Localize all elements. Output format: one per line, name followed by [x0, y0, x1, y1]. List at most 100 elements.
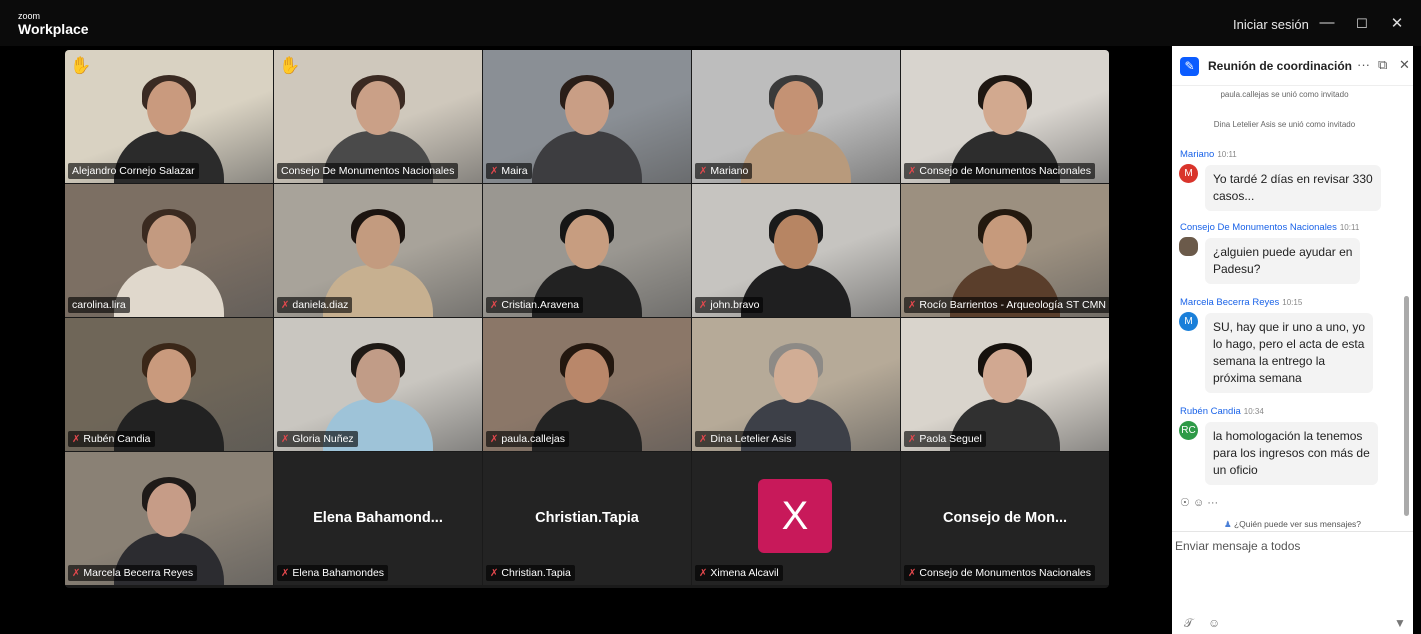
sign-in-link[interactable]: Iniciar sesión	[1233, 17, 1309, 32]
message-line: ¿alguien puede ayudar en	[1213, 245, 1353, 259]
participant-name-label: ✗ Consejo de Monumentos Nacionales	[904, 163, 1095, 179]
message-time: 10:11	[1339, 223, 1360, 232]
participant-tile[interactable]: ✗ Marcela Becerra Reyes	[65, 452, 273, 585]
sender-avatar[interactable]: M	[1179, 312, 1198, 331]
participant-tile[interactable]: ✗ paula.callejas	[483, 318, 691, 451]
message-line: Yo tardé 2 días en revisar 330	[1213, 172, 1373, 186]
participant-tile[interactable]: ✗ Maira	[483, 50, 691, 183]
participant-name: john.bravo	[710, 299, 760, 311]
who-can-see-link[interactable]: ♟ ¿Quién puede ver sus mensajes?	[1172, 508, 1413, 532]
message-time: 10:34	[1243, 407, 1264, 416]
participant-tile[interactable]: ✗ Paola Seguel	[901, 318, 1109, 451]
sender-avatar[interactable]: RC	[1179, 421, 1198, 440]
message-line: semana la entrego la	[1213, 354, 1326, 368]
participant-name: Paola Seguel	[919, 433, 982, 445]
close-icon[interactable]: ✕	[1386, 14, 1408, 32]
participant-name-label: ✗ Mariano	[695, 163, 753, 179]
sender-name: Rubén Candia	[1180, 406, 1241, 417]
muted-mic-icon: ✗	[490, 568, 499, 579]
brand-zoom: zoom	[18, 11, 41, 21]
muted-mic-icon: ✗	[281, 300, 290, 311]
participant-tile[interactable]: Elena Bahamond... ✗ Elena Bahamondes	[274, 452, 482, 585]
who-can-see-text: ¿Quién puede ver sus mensajes?	[1233, 519, 1362, 529]
muted-mic-icon: ✗	[490, 166, 499, 177]
brand-workplace: Workplace	[18, 21, 89, 37]
system-message: Dina Letelier Asis se unió como invitado	[1213, 120, 1356, 129]
participant-name-label: carolina.lira	[68, 297, 130, 313]
participant-tile[interactable]: Christian.Tapia ✗ Christian.Tapia	[483, 452, 691, 585]
participant-tile[interactable]: ✗ john.bravo	[692, 184, 900, 317]
participant-name-label: ✗ Maira	[486, 163, 532, 179]
message-line: SU, hay que ir uno a uno, yo	[1213, 320, 1366, 334]
emoji-icon[interactable]: ☺	[1208, 616, 1220, 630]
participant-name: Consejo de Monumentos Nacionales	[919, 165, 1091, 177]
participant-tile[interactable]: ✋ Alejandro Cornejo Salazar	[65, 50, 273, 183]
maximize-icon[interactable]: ☐	[1351, 16, 1373, 32]
format-icon[interactable]: 𝒯	[1184, 616, 1193, 631]
participant-name: daniela.diaz	[292, 299, 349, 311]
participant-name-label: ✗ daniela.diaz	[277, 297, 353, 313]
participant-name: carolina.lira	[72, 299, 126, 311]
popout-icon[interactable]: ⧉	[1378, 57, 1387, 73]
participant-tile[interactable]: ✋ Consejo De Monumentos Nacionales	[274, 50, 482, 183]
participant-video	[114, 209, 224, 317]
close-icon[interactable]: ✕	[1399, 57, 1410, 73]
participant-display-name: Christian.Tapia	[535, 510, 639, 526]
muted-mic-icon: ✗	[281, 434, 290, 445]
participant-name: Consejo De Monumentos Nacionales	[281, 165, 455, 177]
message-sender: Consejo De Monumentos Nacionales 10:11	[1180, 222, 1359, 233]
participant-tile[interactable]: ✗ Rubén Candia	[65, 318, 273, 451]
message-time: 10:11	[1217, 150, 1237, 159]
chat-scrollbar[interactable]	[1404, 296, 1409, 516]
participant-tile[interactable]: carolina.lira	[65, 184, 273, 317]
participant-tile[interactable]: ✗ Gloria Nuñez	[274, 318, 482, 451]
chat-input[interactable]	[1175, 539, 1395, 553]
people-icon: ♟	[1223, 519, 1232, 529]
participant-tile[interactable]: Consejo de Mon... ✗ Consejo de Monumentos …	[901, 452, 1109, 585]
participant-tile[interactable]: ✗ Rocío Barrientos - Arqueología ST CMN	[901, 184, 1109, 317]
message-bubble: Yo tardé 2 días en revisar 330 casos...	[1205, 165, 1381, 211]
participant-display-name: Elena Bahamond...	[313, 510, 443, 526]
message-sender: Marcela Becerra Reyes 10:15	[1180, 297, 1302, 308]
participant-name: Rocío Barrientos - Arqueología ST CMN	[919, 299, 1106, 311]
participant-tile[interactable]: X ✗ Ximena Alcavil	[692, 452, 900, 585]
participant-tile[interactable]: ✗ Mariano	[692, 50, 900, 183]
sender-avatar[interactable]: M	[1179, 164, 1198, 183]
participant-display-name: Consejo de Mon...	[942, 510, 1068, 526]
video-gallery: ✋ Alejandro Cornejo Salazar ✋ Consejo De Mo…	[65, 50, 1109, 588]
minimize-icon[interactable]: —	[1316, 14, 1338, 31]
participant-name-label: ✗ Cristian.Aravena	[486, 297, 584, 313]
participant-name-label: ✗ Gloria Nuñez	[277, 431, 358, 447]
more-icon[interactable]: ···	[1357, 57, 1370, 72]
participant-name: Marcela Becerra Reyes	[83, 567, 194, 579]
sender-avatar[interactable]	[1179, 237, 1198, 256]
participant-name: Gloria Nuñez	[292, 433, 354, 445]
participant-tile[interactable]: ✗ daniela.diaz	[274, 184, 482, 317]
message-line: próxima semana	[1213, 371, 1302, 385]
participant-tile[interactable]: ✗ Consejo de Monumentos Nacionales	[901, 50, 1109, 183]
participant-tile[interactable]: ✗ Cristian.Aravena	[483, 184, 691, 317]
message-bubble: la homologación la tenemos para los ingre…	[1205, 422, 1378, 485]
participant-name-label: ✗ Dina Letelier Asis	[695, 431, 796, 447]
raised-hand-icon: ✋	[70, 56, 92, 75]
window-edge	[1413, 46, 1421, 634]
muted-mic-icon: ✗	[699, 300, 708, 311]
participant-tile[interactable]: ✗ Dina Letelier Asis	[692, 318, 900, 451]
participant-name-label: Alejandro Cornejo Salazar	[68, 163, 199, 179]
participant-name-label: ✗ Christian.Tapia	[486, 565, 575, 581]
sender-name: Mariano	[1180, 149, 1215, 160]
message-line: para los ingresos con más de	[1213, 446, 1370, 460]
muted-mic-icon: ✗	[72, 434, 81, 445]
sender-name: Consejo De Monumentos Nacionales	[1180, 222, 1337, 233]
participant-name: Mariano	[710, 165, 749, 177]
system-message: paula.callejas se unió como invitado	[1220, 90, 1349, 99]
participant-name-label: ✗ Consejo de Monumentos Nacionales	[904, 565, 1095, 581]
participant-name-label: ✗ Ximena Alcavil	[695, 565, 783, 581]
sender-name: Marcela Becerra Reyes	[1180, 297, 1280, 308]
participant-name-label: ✗ Elena Bahamondes	[277, 565, 389, 581]
participant-name: Maira	[501, 165, 528, 177]
participant-video	[532, 75, 642, 183]
muted-mic-icon: ✗	[699, 434, 708, 445]
send-icon[interactable]: ▼	[1394, 616, 1406, 630]
participant-avatar: X	[758, 479, 832, 553]
